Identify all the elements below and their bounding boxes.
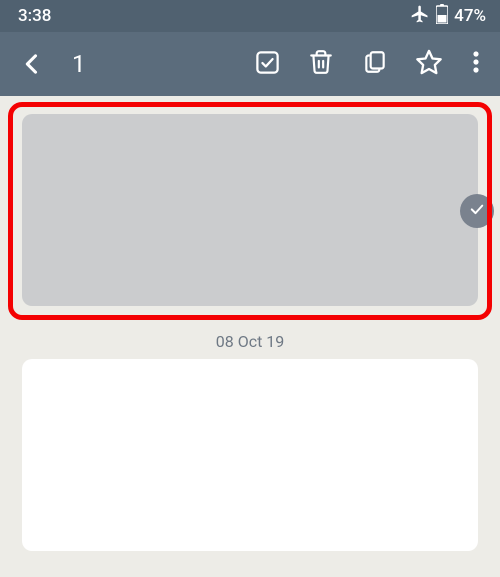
check-square-icon (254, 49, 281, 80)
notes-list: 08 Oct 19 (0, 96, 500, 577)
status-bar: 3:38 47% (0, 0, 500, 32)
delete-button[interactable] (296, 40, 346, 88)
back-button[interactable] (8, 40, 56, 88)
favorite-button[interactable] (404, 40, 454, 88)
copy-icon (362, 48, 388, 80)
note-card-selected[interactable] (22, 114, 478, 306)
app-bar: 1 (0, 32, 500, 96)
date-separator: 08 Oct 19 (0, 332, 500, 351)
star-icon (415, 48, 443, 80)
trash-icon (308, 48, 334, 80)
airplane-mode-icon (410, 4, 430, 29)
selection-check-badge (460, 194, 494, 228)
status-right: 47% (410, 4, 486, 29)
note-card[interactable] (22, 359, 478, 551)
battery-percent: 47% (454, 6, 486, 26)
status-time: 3:38 (18, 6, 51, 26)
more-options-button[interactable] (460, 40, 492, 88)
select-all-button[interactable] (242, 40, 292, 88)
selection-count: 1 (72, 50, 86, 78)
check-icon (468, 200, 486, 222)
more-vert-icon (472, 50, 480, 78)
copy-button[interactable] (350, 40, 400, 88)
battery-icon (436, 4, 448, 29)
